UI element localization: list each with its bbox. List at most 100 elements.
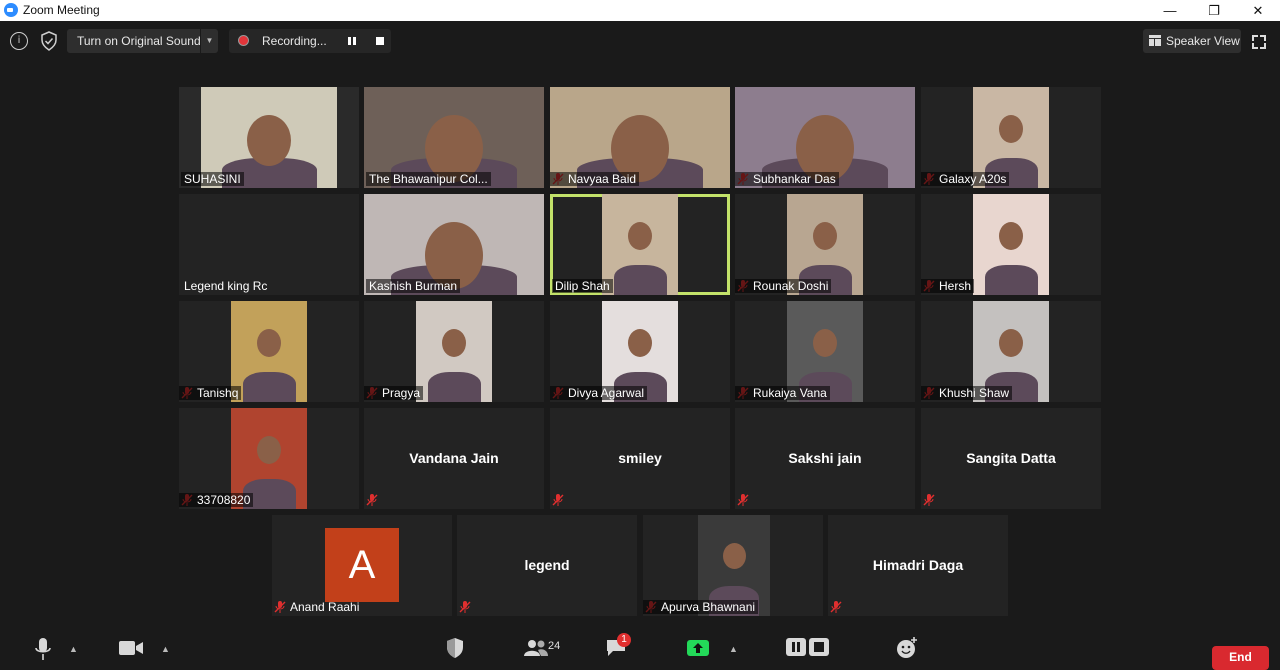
speaker-view-button[interactable]: Speaker View (1143, 29, 1241, 53)
muted-mic-icon (737, 494, 749, 506)
participant-tile[interactable]: Galaxy A20s (921, 87, 1101, 188)
participant-tile[interactable]: Tanishq (179, 301, 359, 402)
participant-tile[interactable]: Subhankar Das (735, 87, 915, 188)
participants-icon[interactable] (524, 640, 548, 656)
zoom-app-icon (4, 3, 18, 17)
person-head (628, 329, 652, 357)
participant-tile[interactable]: Apurva Bhawnani (643, 515, 823, 616)
participant-video (602, 194, 678, 295)
recording-dot-icon (238, 35, 249, 46)
stop-record-icon[interactable] (809, 638, 829, 656)
participant-name-label: Anand Raahi (290, 600, 360, 614)
participant-tile[interactable]: Navyaa Baid (550, 87, 730, 188)
participant-video (231, 301, 307, 402)
participant-name-label: Rounak Doshi (735, 279, 832, 293)
person-head (257, 329, 281, 357)
avatar: A (325, 528, 399, 602)
participant-name-label: Khushi Shaw (921, 386, 1013, 400)
person-head (813, 222, 837, 250)
participant-tile[interactable]: smiley (550, 408, 730, 509)
participant-name-center: Himadri Daga (872, 557, 964, 573)
audio-options-chevron-icon[interactable]: ▲ (69, 644, 78, 654)
participant-name-label: Kashish Burman (366, 279, 461, 293)
stop-recording-icon[interactable] (376, 37, 384, 45)
participant-tile[interactable]: Pragya (364, 301, 544, 402)
participant-tile[interactable]: legend (457, 515, 637, 616)
participant-name-label: Subhankar Das (735, 172, 839, 186)
participant-name-center: Sakshi jain (788, 450, 862, 466)
participant-name-center: legend (524, 557, 570, 573)
fullscreen-icon[interactable] (1252, 35, 1266, 49)
participant-tile[interactable]: Hersh (921, 194, 1101, 295)
minimize-button[interactable]: — (1148, 0, 1192, 21)
participant-name-label: 33708820 (179, 493, 254, 507)
person-body (428, 372, 481, 402)
participant-tile[interactable]: A Anand Raahi (272, 515, 452, 616)
person-head (257, 436, 281, 464)
participant-tile[interactable]: Rounak Doshi (735, 194, 915, 295)
participant-name-label: Pragya (364, 386, 424, 400)
participant-tile[interactable]: Sangita Datta (921, 408, 1101, 509)
person-head (723, 543, 746, 569)
original-sound-button[interactable]: Turn on Original Sound ▼ (67, 29, 218, 53)
person-head (999, 222, 1023, 250)
end-meeting-button[interactable]: End (1212, 646, 1269, 670)
share-screen-icon[interactable] (687, 640, 709, 656)
muted-mic-icon (366, 494, 378, 506)
participant-name-label: Hersh (921, 279, 975, 293)
security-shield-icon[interactable] (40, 31, 58, 51)
pause-recording-icon[interactable] (348, 37, 356, 45)
participant-tile[interactable]: The Bhawanipur Col... (364, 87, 544, 188)
chat-unread-badge: 1 (617, 633, 631, 647)
participant-name-label: Apurva Bhawnani (643, 600, 759, 614)
participant-tile[interactable]: SUHASINI (179, 87, 359, 188)
meeting-controls-bar: ▲ ▲ 24 1 ▲ End (0, 630, 1280, 670)
speaker-view-label: Speaker View (1166, 34, 1240, 48)
participant-name-label: Divya Agarwal (550, 386, 648, 400)
person-head (999, 115, 1023, 143)
participant-tile[interactable]: Dilip Shah (550, 194, 730, 295)
muted-mic-icon (552, 494, 564, 506)
person-body (985, 265, 1038, 295)
person-head (999, 329, 1023, 357)
participant-tile[interactable]: 33708820 (179, 408, 359, 509)
person-body (614, 265, 667, 295)
participant-name-label: Tanishq (179, 386, 242, 400)
muted-mic-icon (459, 601, 471, 613)
speaker-view-icon (1149, 35, 1161, 46)
participant-video (973, 194, 1049, 295)
participant-tile[interactable]: Vandana Jain (364, 408, 544, 509)
person-body (243, 372, 296, 402)
reactions-icon[interactable] (896, 637, 918, 659)
participant-tile[interactable]: Kashish Burman (364, 194, 544, 295)
recording-indicator: Recording... (229, 29, 391, 53)
participant-name-label: SUHASINI (181, 172, 244, 186)
close-button[interactable]: ✕ (1236, 0, 1280, 21)
share-options-chevron-icon[interactable]: ▲ (729, 644, 738, 654)
restore-button[interactable]: ❐ (1192, 0, 1236, 21)
participant-tile[interactable]: Rukaiya Vana (735, 301, 915, 402)
title-bar: Zoom Meeting — ❐ ✕ (0, 0, 1280, 21)
participant-name-label: The Bhawanipur Col... (366, 172, 491, 186)
original-sound-label: Turn on Original Sound (77, 34, 201, 48)
participant-tile[interactable]: Himadri Daga (828, 515, 1008, 616)
participant-tile[interactable]: Divya Agarwal (550, 301, 730, 402)
participant-tile[interactable]: Khushi Shaw (921, 301, 1101, 402)
muted-mic-icon (923, 494, 935, 506)
person-head (247, 115, 291, 166)
video-options-chevron-icon[interactable]: ▲ (161, 644, 170, 654)
participant-name-label: Navyaa Baid (550, 172, 640, 186)
original-sound-dropdown-icon[interactable]: ▼ (200, 29, 218, 53)
meeting-top-toolbar: i Turn on Original Sound ▼ Recording... … (0, 21, 1280, 61)
pause-record-icon[interactable] (786, 638, 806, 656)
participant-name-center: Vandana Jain (409, 450, 499, 466)
participants-count: 24 (548, 640, 561, 652)
microphone-icon[interactable] (35, 638, 51, 660)
participant-tile[interactable]: Legend king Rc (179, 194, 359, 295)
participant-tile[interactable]: Sakshi jain (735, 408, 915, 509)
security-icon[interactable] (446, 637, 464, 659)
video-camera-icon[interactable] (119, 641, 143, 655)
participant-name-center: smiley (618, 450, 662, 466)
participant-name-label: Galaxy A20s (921, 172, 1010, 186)
info-icon[interactable]: i (10, 32, 28, 50)
